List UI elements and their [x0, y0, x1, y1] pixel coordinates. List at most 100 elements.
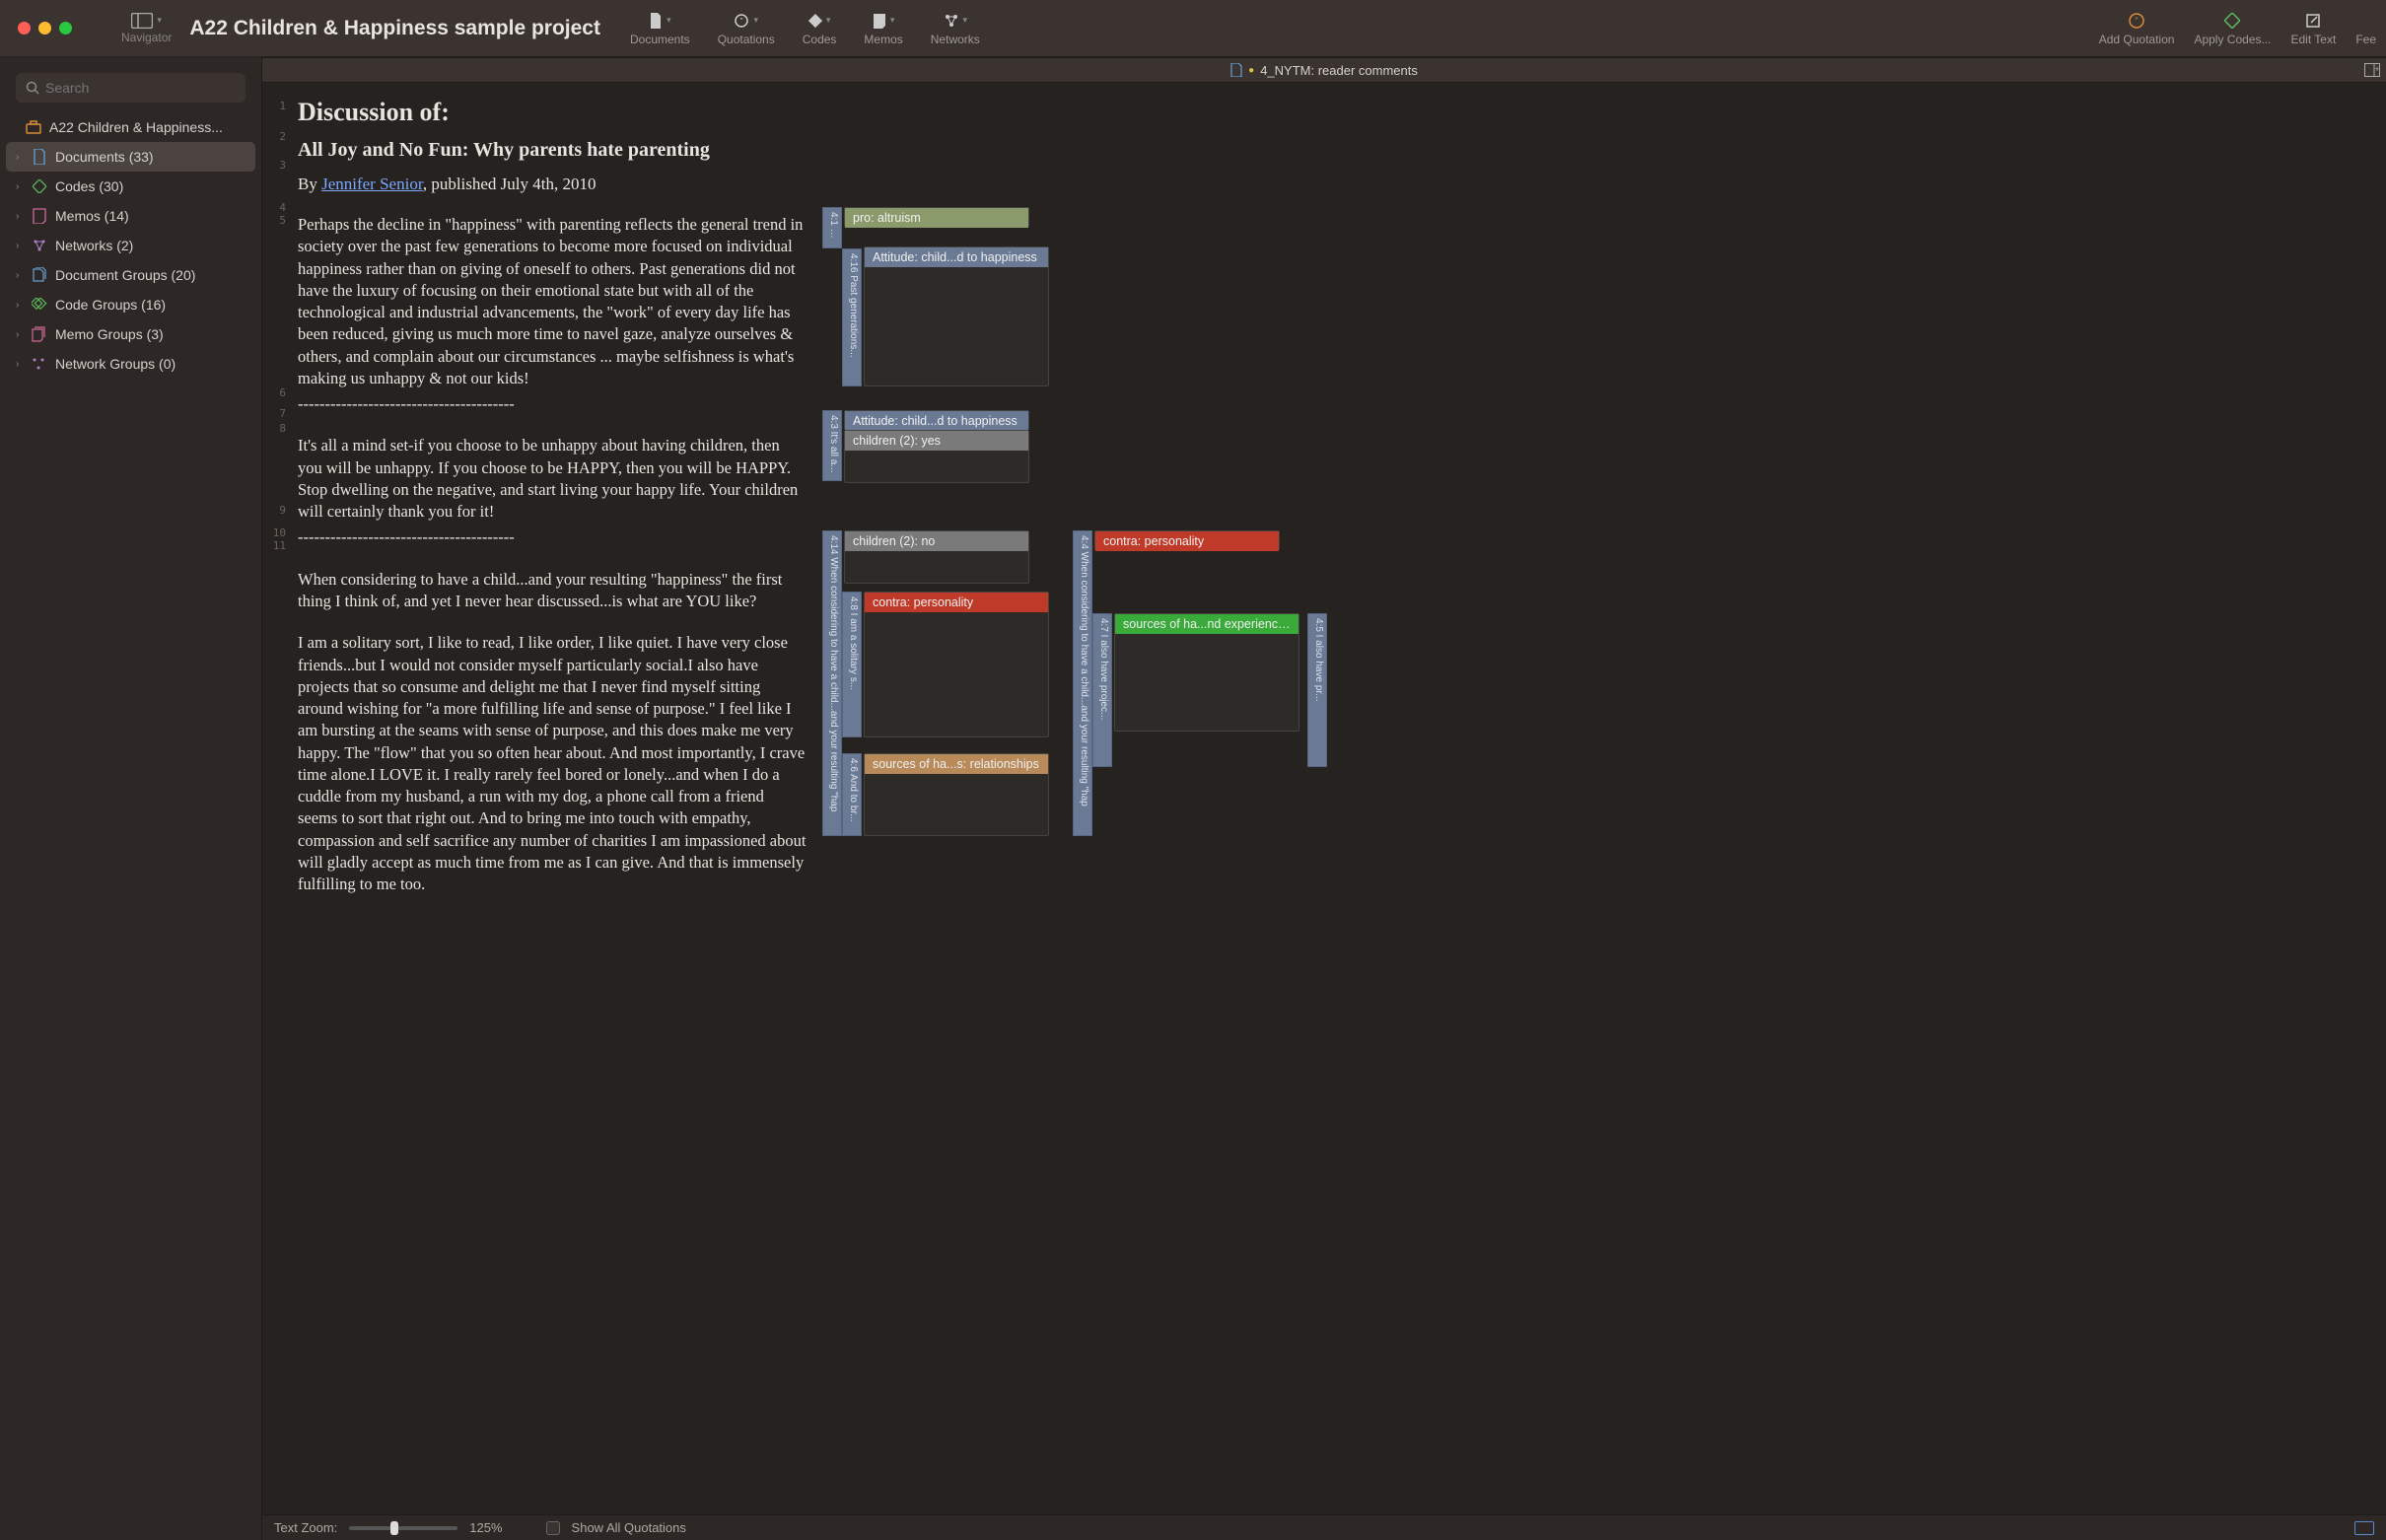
quotation-bracket[interactable]: 4:7 I also have projec...: [1092, 613, 1112, 767]
sidebar-item-label: Documents (33): [55, 149, 154, 165]
toolbar-networks[interactable]: ▾ Networks: [931, 11, 980, 46]
sidebar: A22 Children & Happiness... › Documents (…: [0, 57, 262, 1540]
quotation-bracket[interactable]: 4:6 And to br...: [842, 753, 862, 836]
svg-text:+: +: [2374, 64, 2379, 74]
toolbar-quotations[interactable]: " ▾ Quotations: [718, 11, 775, 46]
quotation-bracket[interactable]: 4:3 It's all a...: [822, 410, 842, 481]
search-icon: [26, 81, 39, 95]
disclosure-triangle-icon[interactable]: ›: [16, 211, 24, 222]
svg-text:": ": [2135, 16, 2138, 26]
panel-toggle-icon[interactable]: +: [2364, 63, 2380, 77]
memo-icon: [873, 13, 886, 29]
toolbar-label: Documents: [630, 33, 690, 46]
disclosure-triangle-icon[interactable]: ›: [16, 300, 24, 311]
disclosure-triangle-icon[interactable]: ›: [16, 359, 24, 370]
tab-title: 4_NYTM: reader comments: [1260, 63, 1418, 78]
slider-thumb[interactable]: [390, 1521, 398, 1535]
document-body[interactable]: Discussion of: All Joy and No Fun: Why p…: [292, 83, 820, 1514]
sidebar-item-label: Network Groups (0): [55, 356, 175, 372]
toolbar-memos[interactable]: ▾ Memos: [864, 11, 902, 46]
disclosure-triangle-icon[interactable]: ›: [16, 181, 24, 192]
feedback-button[interactable]: Fee: [2355, 11, 2376, 46]
line-number: 2: [262, 131, 292, 142]
code-tag[interactable]: Attitude: child...d to happiness: [844, 410, 1029, 430]
quotation-bracket[interactable]: 4:5 I also have pr...: [1307, 613, 1327, 767]
search-input[interactable]: [45, 80, 236, 96]
separator: ----------------------------------------: [298, 393, 807, 415]
line-number-gutter: 1234567891011: [262, 83, 292, 1514]
paragraph: Perhaps the decline in "happiness" with …: [298, 214, 807, 389]
modified-indicator-icon: ●: [1248, 65, 1254, 76]
disclosure-triangle-icon[interactable]: ›: [16, 329, 24, 340]
toolbar-label: Codes: [803, 33, 837, 46]
disclosure-triangle-icon[interactable]: ›: [16, 241, 24, 251]
navigator-toggle[interactable]: ▾ Navigator: [121, 13, 172, 44]
chevron-down-icon: ▾: [826, 15, 831, 26]
content-row: 1234567891011 Discussion of: All Joy and…: [262, 83, 2386, 1514]
network-icon: [944, 13, 959, 29]
close-window-button[interactable]: [18, 22, 31, 35]
quotation-bracket[interactable]: 4:14 When considering to have a child...…: [822, 530, 842, 836]
code-tag[interactable]: contra: personality: [1094, 530, 1280, 550]
line-number: 9: [262, 505, 292, 516]
code-tag[interactable]: children (2): no: [844, 530, 1029, 584]
zoom-window-button[interactable]: [59, 22, 72, 35]
toolbar-label: Apply Codes...: [2194, 33, 2271, 46]
add-quotation-icon: ": [2128, 12, 2145, 30]
chevron-down-icon: ▾: [890, 15, 895, 26]
sidebar-item-memogroup[interactable]: ›Memo Groups (3): [0, 319, 261, 349]
sidebar-item-document[interactable]: › Documents (33): [6, 142, 255, 172]
sidebar-project[interactable]: A22 Children & Happiness...: [0, 112, 261, 142]
sidebar-item-netgroup[interactable]: › Network Groups (0): [0, 349, 261, 379]
quotation-bracket[interactable]: 4:4 When considering to have a child...a…: [1073, 530, 1092, 836]
minimize-window-button[interactable]: [38, 22, 51, 35]
toolbar-codes[interactable]: ▾ Codes: [803, 11, 837, 46]
code-tag[interactable]: children (2): yes: [844, 430, 1029, 483]
line-number: 1: [262, 101, 292, 111]
quotation-bracket[interactable]: 4:16 Past generations...: [842, 248, 862, 386]
code-tag-label: children (2): no: [845, 531, 1028, 551]
code-tag[interactable]: pro: altruism: [844, 207, 1029, 227]
quotation-bracket[interactable]: 4:1 Perha...: [822, 207, 842, 248]
show-all-quotations-checkbox[interactable]: [546, 1521, 560, 1535]
netgroup-icon: [32, 356, 47, 372]
navigator-label: Navigator: [121, 31, 172, 44]
status-bar: Text Zoom: 125% Show All Quotations: [262, 1514, 2386, 1540]
author-link[interactable]: Jennifer Senior: [321, 175, 423, 193]
code-tag[interactable]: sources of ha...nd experiences: [1114, 613, 1299, 732]
chevron-down-icon: ▾: [753, 15, 758, 26]
sidebar-item-codegroup[interactable]: › Code Groups (16): [0, 290, 261, 319]
byline: By Jennifer Senior, published July 4th, …: [298, 174, 807, 196]
add-quotation-button[interactable]: " Add Quotation: [2099, 11, 2175, 46]
doc-heading: Discussion of:: [298, 95, 807, 129]
sidebar-item-docgroup[interactable]: ›Document Groups (20): [0, 260, 261, 290]
edit-text-button[interactable]: Edit Text: [2291, 11, 2337, 46]
document-icon: [32, 149, 47, 165]
toolbar-label: Memos: [864, 33, 902, 46]
toolbar-documents[interactable]: ▾ Documents: [630, 11, 690, 46]
code-tag-label: sources of ha...s: relationships: [865, 754, 1048, 774]
apply-codes-icon: [2224, 13, 2240, 29]
search-box[interactable]: [16, 73, 246, 103]
code-tag[interactable]: sources of ha...s: relationships: [864, 753, 1049, 836]
sidebar-item-memo[interactable]: ›Memos (14): [0, 201, 261, 231]
sidebar-item-code[interactable]: ›Codes (30): [0, 172, 261, 201]
separator: ----------------------------------------: [298, 526, 807, 548]
sidebar-item-label: Code Groups (16): [55, 297, 166, 313]
apply-codes-button[interactable]: Apply Codes...: [2194, 11, 2271, 46]
memo-icon: [32, 208, 47, 224]
status-panel-icon[interactable]: [2354, 1521, 2374, 1535]
quotation-bracket[interactable]: 4:8 I am a solitary s...: [842, 592, 862, 737]
code-tag[interactable]: Attitude: child...d to happiness: [864, 246, 1049, 386]
document-tab[interactable]: ● 4_NYTM: reader comments +: [262, 57, 2386, 83]
code-tag[interactable]: contra: personality: [864, 592, 1049, 737]
disclosure-triangle-icon[interactable]: ›: [16, 152, 24, 163]
quotation-icon: ": [734, 13, 749, 29]
zoom-slider[interactable]: [349, 1526, 457, 1530]
code-tag-label: contra: personality: [865, 593, 1048, 612]
line-number: 6: [262, 387, 292, 398]
code-tag-label: Attitude: child...d to happiness: [845, 411, 1028, 431]
sidebar-item-network[interactable]: ›Networks (2): [0, 231, 261, 260]
disclosure-triangle-icon[interactable]: ›: [16, 270, 24, 281]
traffic-lights: [0, 22, 72, 35]
